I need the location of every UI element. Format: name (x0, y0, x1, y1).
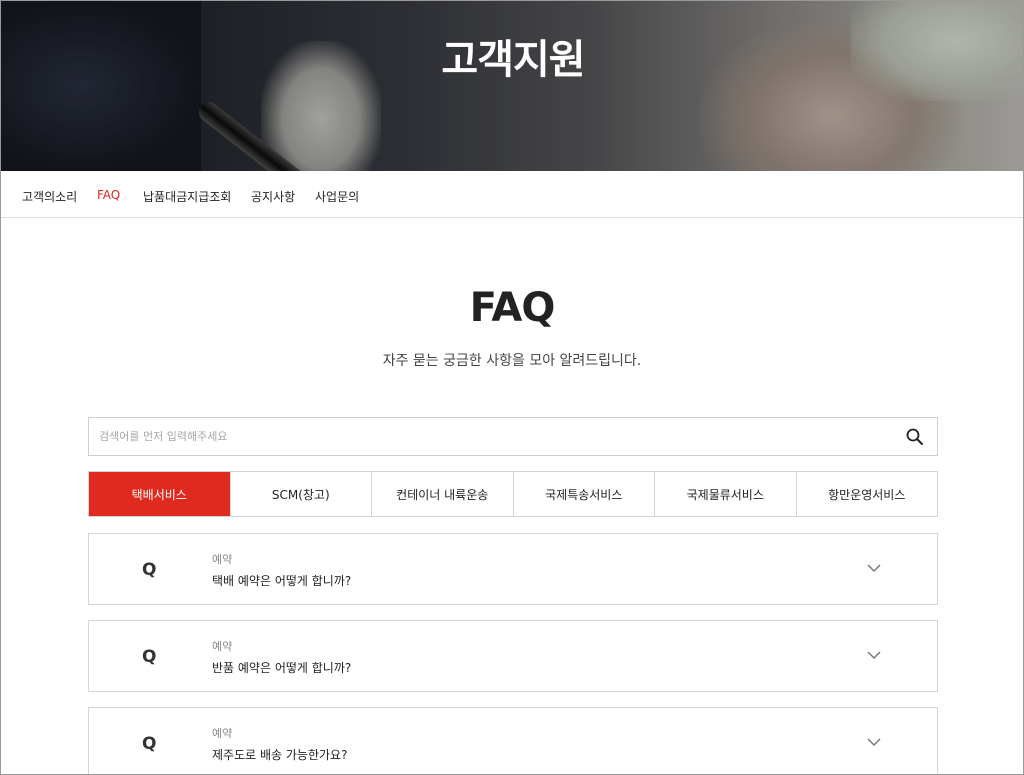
faq-question: 제주도로 배송 가능한가요? (212, 748, 348, 762)
page-subtitle: 자주 묻는 궁금한 사항을 모아 알려드립니다. (382, 353, 642, 369)
chevron-down-icon[interactable] (866, 562, 882, 574)
faq-q-marker: Q (142, 560, 157, 580)
chevron-down-icon[interactable] (866, 736, 882, 748)
search-icon (906, 428, 923, 445)
tab-container-inland[interactable]: 컨테이너 내륙운송 (371, 472, 513, 516)
subnav-item-faq[interactable]: FAQ (97, 188, 120, 202)
page-title: FAQ (469, 285, 556, 331)
hero-title: 고객지원 (441, 37, 585, 83)
subnav-item-customer-voice[interactable]: 고객의소리 (22, 188, 77, 205)
tab-international-express[interactable]: 국제특송서비스 (512, 472, 654, 516)
faq-q-marker: Q (142, 647, 157, 667)
tab-scm-warehouse[interactable]: SCM(창고) (229, 472, 371, 516)
faq-item[interactable]: Q 예약 택배 예약은 어떻게 합니까? (88, 533, 938, 605)
subnav-item-business-inquiry[interactable]: 사업문의 (315, 188, 359, 205)
tab-port-operation[interactable]: 항만운영서비스 (795, 472, 937, 516)
faq-item[interactable]: Q 예약 반품 예약은 어떻게 합니까? (88, 620, 938, 692)
subnav-item-payment-inquiry[interactable]: 납품대금지급조회 (143, 188, 231, 205)
faq-q-marker: Q (142, 734, 157, 754)
chevron-down-icon[interactable] (866, 649, 882, 661)
faq-question: 택배 예약은 어떻게 합니까? (212, 574, 352, 588)
faq-category: 예약 (212, 640, 233, 653)
sub-navigation: 고객의소리 FAQ 납품대금지급조회 공지사항 사업문의 (1, 171, 1023, 218)
faq-question: 반품 예약은 어떻게 합니까? (212, 661, 352, 675)
page-frame: 고객지원 고객의소리 FAQ 납품대금지급조회 공지사항 사업문의 FAQ 자주… (0, 0, 1024, 775)
search-box (88, 417, 938, 456)
tab-parcel-service[interactable]: 택배서비스 (89, 472, 230, 516)
faq-item[interactable]: Q 예약 제주도로 배송 가능한가요? (88, 707, 938, 774)
faq-category: 예약 (212, 727, 233, 740)
category-tabs: 택배서비스 SCM(창고) 컨테이너 내륙운송 국제특송서비스 국제물류서비스 … (88, 471, 938, 517)
faq-category: 예약 (212, 553, 233, 566)
tab-international-logistics[interactable]: 국제물류서비스 (654, 472, 796, 516)
search-button[interactable] (905, 427, 925, 447)
search-input[interactable] (99, 418, 889, 455)
subnav-item-notice[interactable]: 공지사항 (251, 188, 295, 205)
hero-banner: 고객지원 (1, 1, 1023, 171)
